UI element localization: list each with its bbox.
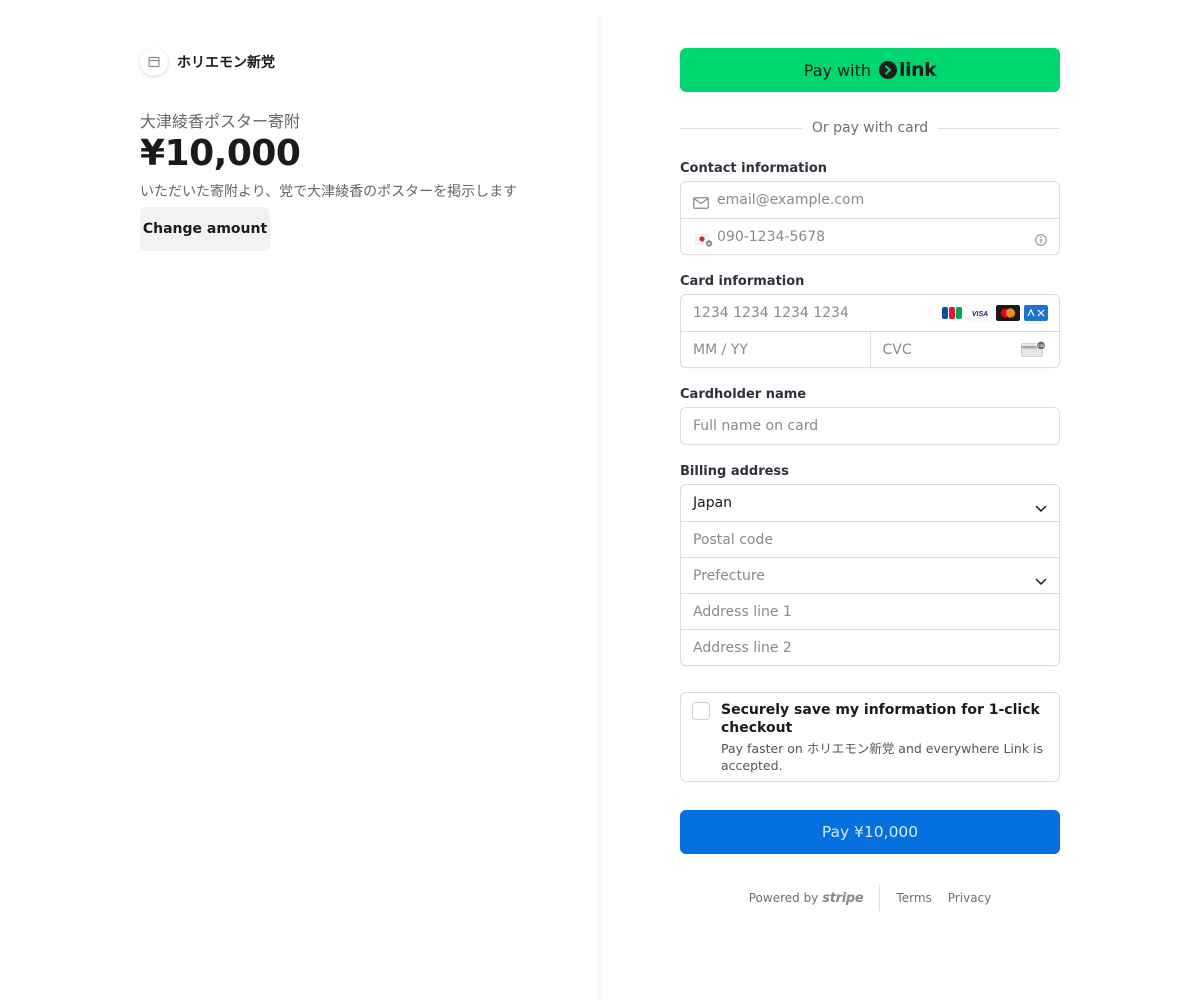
payment-panel: Pay with link Or pay with card Contact i… [602,0,1200,1000]
card-fields: 1234 1234 1234 1234 VISA MM / YY CVC 135 [680,294,1060,368]
card-expiry-cvc-row: MM / YY CVC 135 [681,331,1059,367]
cvc-placeholder: CVC [882,341,912,358]
pay-button[interactable]: Pay ¥10,000 [680,810,1060,854]
product-amount: ¥10,000 [140,133,301,174]
save-info-checkbox[interactable] [692,702,710,720]
email-placeholder: email@example.com [717,192,865,208]
phone-field[interactable]: 090-1234-5678 [681,218,1059,254]
chevron-down-icon [1035,498,1047,517]
expiry-placeholder: MM / YY [693,341,748,358]
phone-placeholder: 090-1234-5678 [717,228,826,245]
or-divider: Or pay with card [680,118,1061,138]
contact-fields: email@example.com 090-1234-5678 [680,181,1060,255]
card-number-field[interactable]: 1234 1234 1234 1234 VISA [681,295,1059,331]
country-select[interactable]: Japan [681,485,1059,521]
japan-flag-icon[interactable] [694,232,713,247]
or-pay-with-card-text: Or pay with card [811,120,929,136]
expiry-field[interactable]: MM / YY [681,332,870,367]
mastercard-icon [996,305,1020,321]
address-line2-placeholder: Address line 2 [693,639,792,656]
save-info-box: Securely save my information for 1-click… [680,692,1060,782]
address-line1-placeholder: Address line 1 [693,603,792,620]
billing-address-label: Billing address [680,464,789,479]
change-amount-button[interactable]: Change amount [140,207,270,251]
prefecture-placeholder: Prefecture [693,567,765,584]
save-info-subtitle: Pay faster on ホリエモン新党 and everywhere Lin… [721,741,1044,773]
product-description: いただいた寄附より、党で大津綾香のポスターを掲示します [140,184,518,200]
email-field[interactable]: email@example.com [681,182,1059,218]
cardholder-name-label: Cardholder name [680,387,807,402]
link-arrow-icon [879,61,898,79]
cardholder-fields: Full name on card [680,407,1060,445]
divider-line [680,127,802,129]
visa-icon: VISA [968,305,992,321]
product-name: 大津綾香ポスター寄附 [140,112,301,131]
postal-code-placeholder: Postal code [693,531,773,548]
powered-by-stripe[interactable]: Powered by stripe [749,885,881,911]
link-wordmark: link [899,59,937,81]
jcb-icon [940,305,964,321]
divider-line [938,127,1061,129]
save-info-title: Securely save my information for 1-click… [721,702,1040,736]
cardholder-name-field[interactable]: Full name on card [681,408,1059,444]
footer: Powered by stripe Terms Privacy [680,885,1060,911]
address-line2-field[interactable]: Address line 2 [681,629,1059,665]
contact-information-label: Contact information [680,161,828,176]
order-summary-panel: ホリエモン新党 大津綾香ポスター寄附 ¥10,000 いただいた寄附より、党で大… [0,0,600,1000]
card-brands: VISA [940,305,1048,321]
cardholder-name-placeholder: Full name on card [693,418,819,434]
pay-with-label: Pay with [803,60,872,80]
svg-text:VISA: VISA [972,311,988,318]
stripe-logo: stripe [822,890,864,906]
chevron-down-icon [1035,571,1047,590]
powered-by-label: Powered by [748,891,819,905]
card-number-placeholder: 1234 1234 1234 1234 [693,305,849,321]
postal-code-field[interactable]: Postal code [681,521,1059,557]
pay-with-link-button[interactable]: Pay with link [680,48,1060,92]
cvc-field[interactable]: CVC 135 [869,332,1060,367]
card-information-label: Card information [680,274,805,289]
mail-icon [693,194,709,213]
prefecture-select[interactable]: Prefecture [681,557,1059,593]
merchant-header[interactable]: ホリエモン新党 [140,48,275,76]
store-icon [140,48,168,76]
country-value: Japan [693,495,733,511]
amex-icon [1024,305,1048,321]
billing-fields: Japan Postal code Prefecture Address lin… [680,484,1060,666]
cvc-card-icon: 135 [1021,340,1047,363]
address-line1-field[interactable]: Address line 1 [681,593,1059,629]
terms-link[interactable]: Terms [896,891,931,905]
svg-text:135: 135 [1038,343,1045,348]
merchant-name: ホリエモン新党 [177,55,275,71]
privacy-link[interactable]: Privacy [948,891,991,905]
info-icon[interactable] [1035,231,1047,250]
link-logo: link [879,59,937,81]
